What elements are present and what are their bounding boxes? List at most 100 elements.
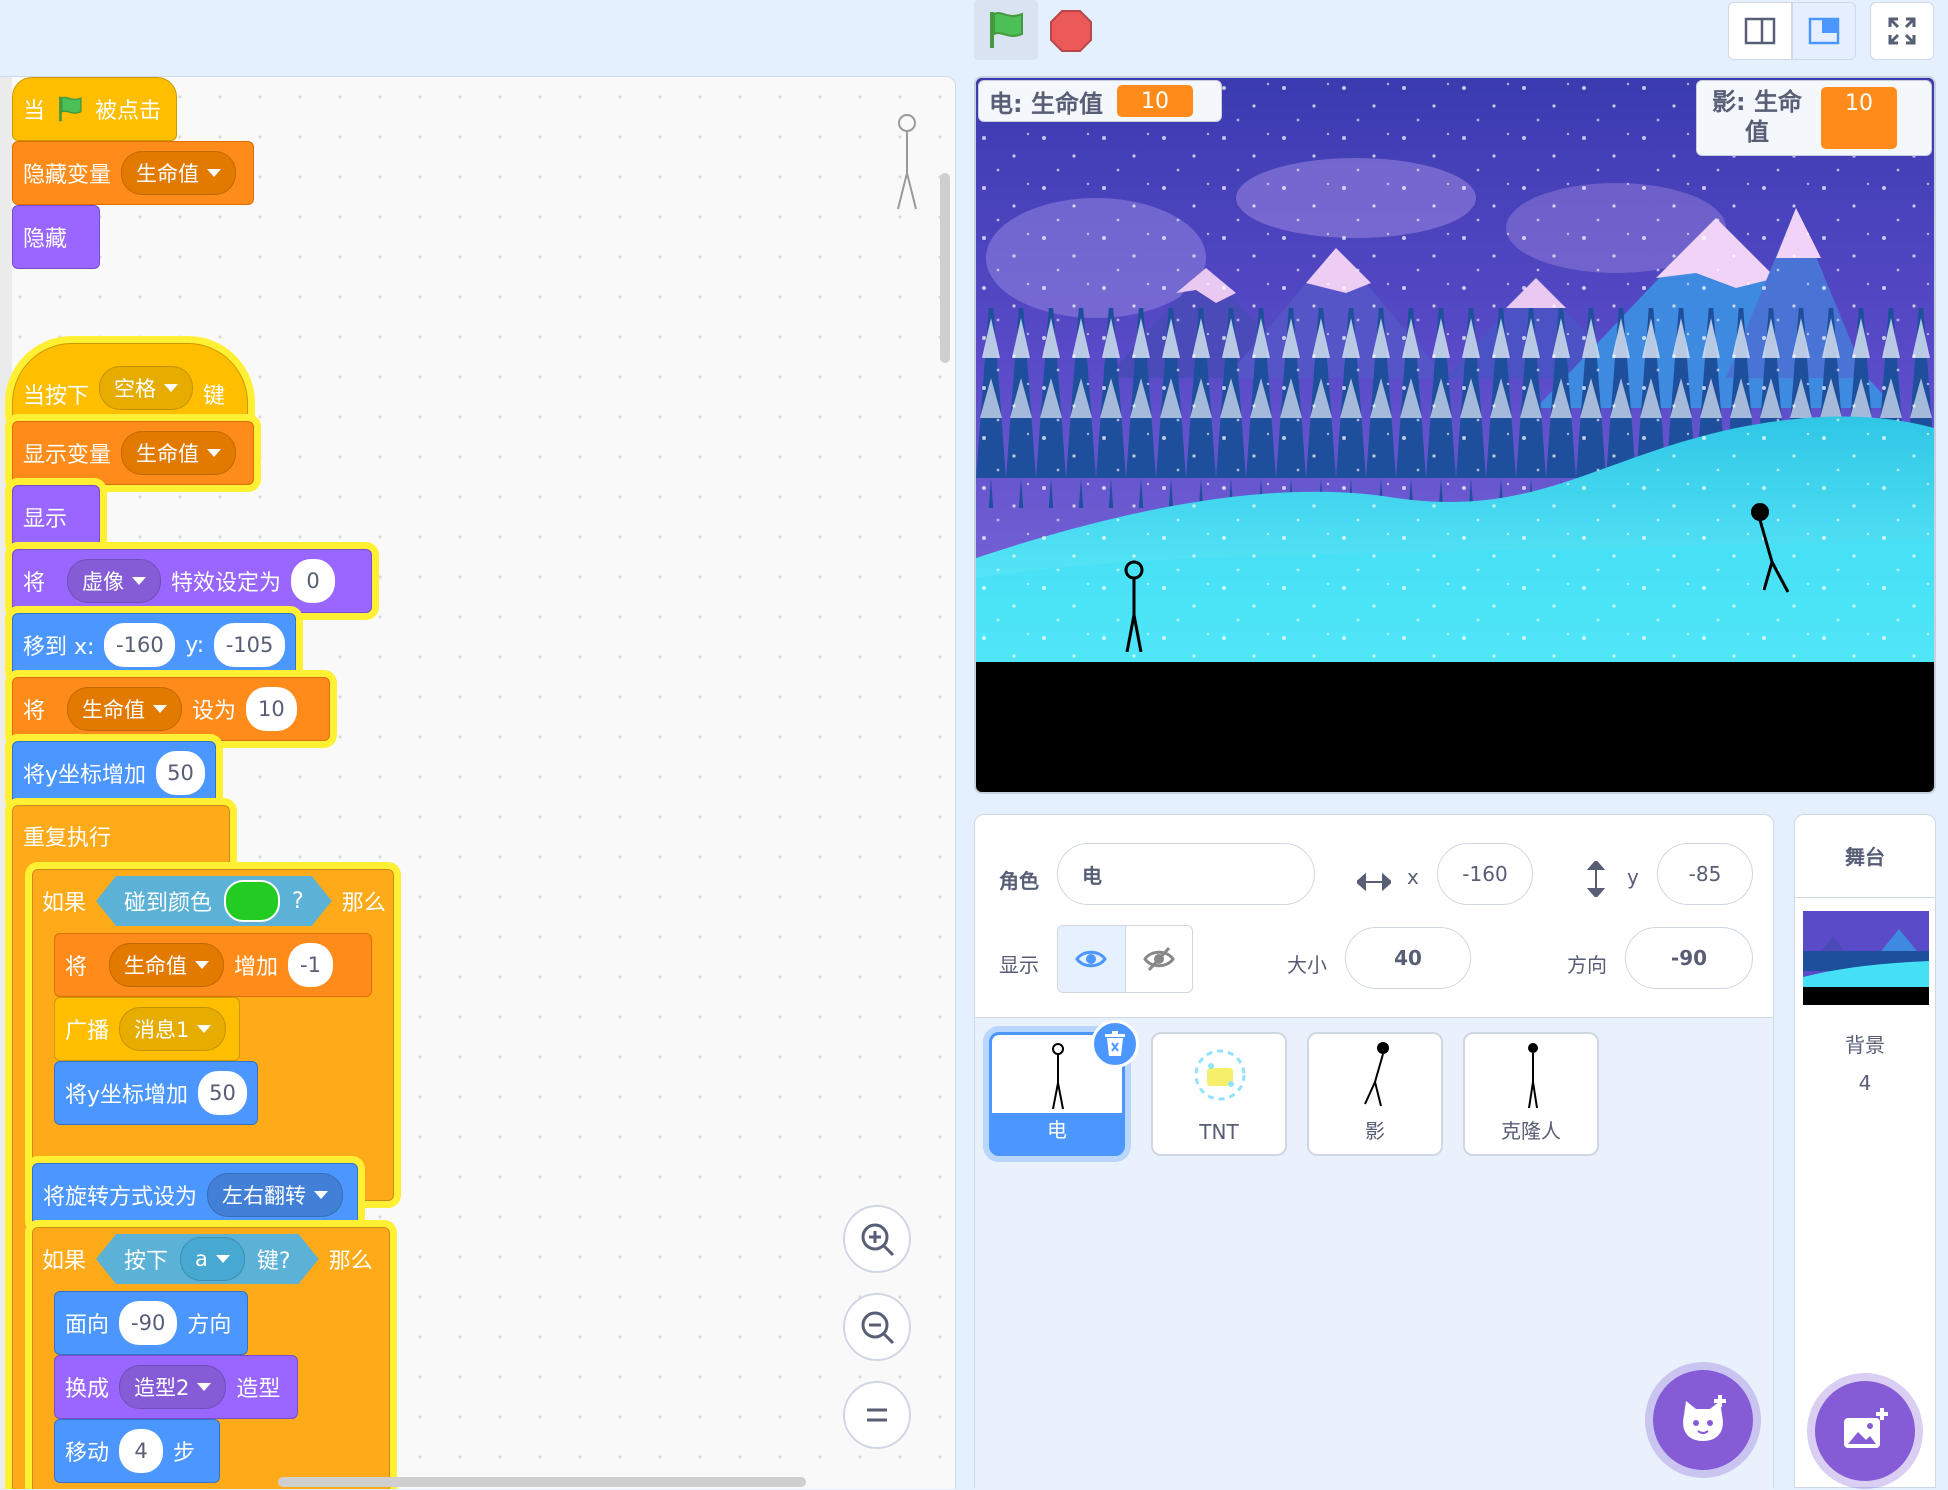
- vertical-scrollbar[interactable]: [940, 173, 950, 363]
- code-workspace[interactable]: 当 被点击 隐藏变量 生命值 隐藏 当按下 空格 键 显示变量 生命值 显示 将…: [0, 76, 956, 1489]
- green-flag-button[interactable]: [974, 0, 1038, 60]
- goto-x-input[interactable]: -160: [104, 623, 176, 667]
- color-swatch[interactable]: [224, 880, 280, 922]
- trash-icon: [1105, 1031, 1125, 1056]
- touching-color-q: ?: [292, 888, 304, 914]
- fullscreen-button[interactable]: [1870, 2, 1934, 60]
- zoom-reset-icon: [867, 1408, 887, 1422]
- green-flag-icon: [990, 12, 1023, 48]
- change-y-input[interactable]: 50: [156, 751, 205, 795]
- show-block[interactable]: 显示: [12, 485, 100, 549]
- stage-canvas[interactable]: 电: 生命值 10 影: 生命值 10: [974, 76, 1936, 794]
- hide-label: 隐藏: [23, 227, 68, 252]
- sprite-name-input[interactable]: 电: [1057, 843, 1315, 905]
- change-y-block[interactable]: 将y坐标增加 50: [12, 741, 216, 805]
- sprite-info-panel: 角色 电 x -160 y -85 显示 大小 40 方向 -90 电 TNT …: [974, 814, 1774, 1490]
- set-variable-value-input[interactable]: 10: [246, 687, 297, 731]
- show-variable-block[interactable]: 显示变量 生命值: [12, 421, 254, 485]
- broadcast-block[interactable]: 广播 消息1: [54, 997, 240, 1061]
- health-monitor-dian[interactable]: 电: 生命值 10: [978, 80, 1222, 122]
- hide-variable-block[interactable]: 隐藏变量 生命值: [12, 141, 254, 205]
- zoom-in-button[interactable]: [843, 1205, 911, 1273]
- set-variable-mid: 设为: [192, 699, 237, 724]
- hat2-key-suffix: 键: [203, 384, 226, 409]
- rotation-style-dropdown[interactable]: 左右翻转: [207, 1173, 344, 1217]
- x-value: -160: [1462, 862, 1508, 886]
- point-direction-input[interactable]: -90: [119, 1301, 178, 1345]
- change-y-block[interactable]: 将y坐标增加 50: [54, 1061, 258, 1125]
- hide-block[interactable]: 隐藏: [12, 205, 100, 269]
- move-steps-block[interactable]: 移动 4 步: [54, 1419, 220, 1483]
- rotation-label: 将旋转方式设为: [43, 1185, 198, 1210]
- touching-color-condition[interactable]: 碰到颜色 ?: [96, 876, 332, 926]
- stop-icon: [1050, 10, 1092, 52]
- set-effect-block[interactable]: 将 虚像 特效设定为 0: [12, 549, 372, 613]
- effect-dropdown[interactable]: 虚像: [67, 559, 162, 603]
- change-y-input[interactable]: 50: [198, 1071, 247, 1115]
- sprite-ying[interactable]: [1748, 502, 1798, 598]
- hat1-when-label: 当: [23, 99, 46, 124]
- move-steps-input[interactable]: 4: [119, 1429, 164, 1473]
- normal-stage-button[interactable]: [1792, 2, 1856, 60]
- monitor-value: 10: [1821, 87, 1897, 149]
- point-direction-block[interactable]: 面向 -90 方向: [54, 1291, 248, 1355]
- sprite-dian[interactable]: [1114, 560, 1154, 652]
- set-effect-prefix: 将: [23, 571, 46, 596]
- touching-color-label: 碰到颜色: [124, 891, 213, 916]
- change-variable-mid: 增加: [234, 955, 279, 980]
- sprite-name-value: 电: [1082, 863, 1102, 888]
- show-visible-button[interactable]: [1058, 926, 1126, 992]
- variable-dropdown[interactable]: 生命值: [67, 687, 183, 731]
- set-variable-block[interactable]: 将 生命值 设为 10: [12, 677, 330, 741]
- message-dropdown[interactable]: 消息1: [119, 1007, 227, 1051]
- key-dropdown[interactable]: a: [180, 1237, 245, 1281]
- key-dropdown[interactable]: 空格: [99, 366, 194, 410]
- stop-button[interactable]: [1046, 6, 1096, 56]
- sprite-tile-ying[interactable]: 影: [1307, 1032, 1443, 1156]
- key-pressed-label: 按下: [124, 1249, 169, 1274]
- key-pressed-condition[interactable]: 按下 a 键?: [96, 1234, 319, 1284]
- show-hidden-button[interactable]: [1126, 926, 1193, 992]
- when-key-pressed-block[interactable]: 当按下 空格 键: [12, 343, 248, 421]
- if1-then-label: 那么: [341, 891, 386, 916]
- set-rotation-style-block[interactable]: 将旋转方式设为 左右翻转: [32, 1163, 358, 1227]
- costume-dropdown[interactable]: 造型2: [119, 1365, 227, 1409]
- sprite-tile-clone[interactable]: 克隆人: [1463, 1032, 1599, 1156]
- zoom-out-icon: [861, 1311, 895, 1345]
- change-y-label: 将y坐标增加: [65, 1083, 189, 1108]
- variable-dropdown[interactable]: 生命值: [109, 943, 225, 987]
- show-label: 显示: [23, 507, 68, 532]
- small-stage-button[interactable]: [1728, 2, 1792, 60]
- sprite-tile-tnt[interactable]: TNT: [1151, 1032, 1287, 1156]
- goto-xy-block[interactable]: 移到 x: -160 y: -105: [12, 613, 296, 677]
- change-variable-block[interactable]: 将 生命值 增加 -1: [54, 933, 372, 997]
- health-monitor-ying[interactable]: 影: 生命值 10: [1696, 80, 1932, 156]
- eye-icon: [1075, 950, 1108, 968]
- direction-input[interactable]: -90: [1625, 927, 1753, 989]
- add-sprite-button[interactable]: [1653, 1370, 1753, 1470]
- size-input[interactable]: 40: [1345, 927, 1471, 989]
- effect-value-input[interactable]: 0: [291, 559, 336, 603]
- horizontal-scrollbar[interactable]: [278, 1477, 806, 1487]
- change-variable-input[interactable]: -1: [288, 943, 333, 987]
- sprite-list: 电 TNT 影 克隆人: [975, 1017, 1773, 1490]
- if-key-pressed-header: 如果 按下 a 键? 那么: [32, 1227, 388, 1291]
- delete-sprite-button[interactable]: [1091, 1020, 1139, 1068]
- add-backdrop-button[interactable]: [1815, 1381, 1915, 1481]
- backdrop-thumbnail[interactable]: [1803, 911, 1929, 1005]
- zoom-reset-button[interactable]: [843, 1381, 911, 1449]
- zoom-out-button[interactable]: [843, 1293, 911, 1361]
- goto-y-input[interactable]: -105: [214, 623, 285, 667]
- goto-x-label: 移到 x:: [23, 635, 95, 660]
- x-input[interactable]: -160: [1437, 843, 1533, 905]
- show-variable-label: 显示变量: [23, 443, 112, 468]
- when-flag-clicked-block[interactable]: 当 被点击: [12, 77, 177, 141]
- variable-dropdown[interactable]: 生命值: [121, 431, 237, 475]
- stage-selector-panel[interactable]: 舞台 背景 4: [1794, 814, 1936, 1488]
- stick-figure-icon: [1528, 1043, 1538, 1108]
- costume-suffix: 造型: [236, 1377, 281, 1402]
- switch-costume-block[interactable]: 换成 造型2 造型: [54, 1355, 298, 1419]
- variable-dropdown[interactable]: 生命值: [121, 151, 237, 195]
- cat-plus-icon: [1683, 1395, 1726, 1441]
- y-input[interactable]: -85: [1657, 843, 1753, 905]
